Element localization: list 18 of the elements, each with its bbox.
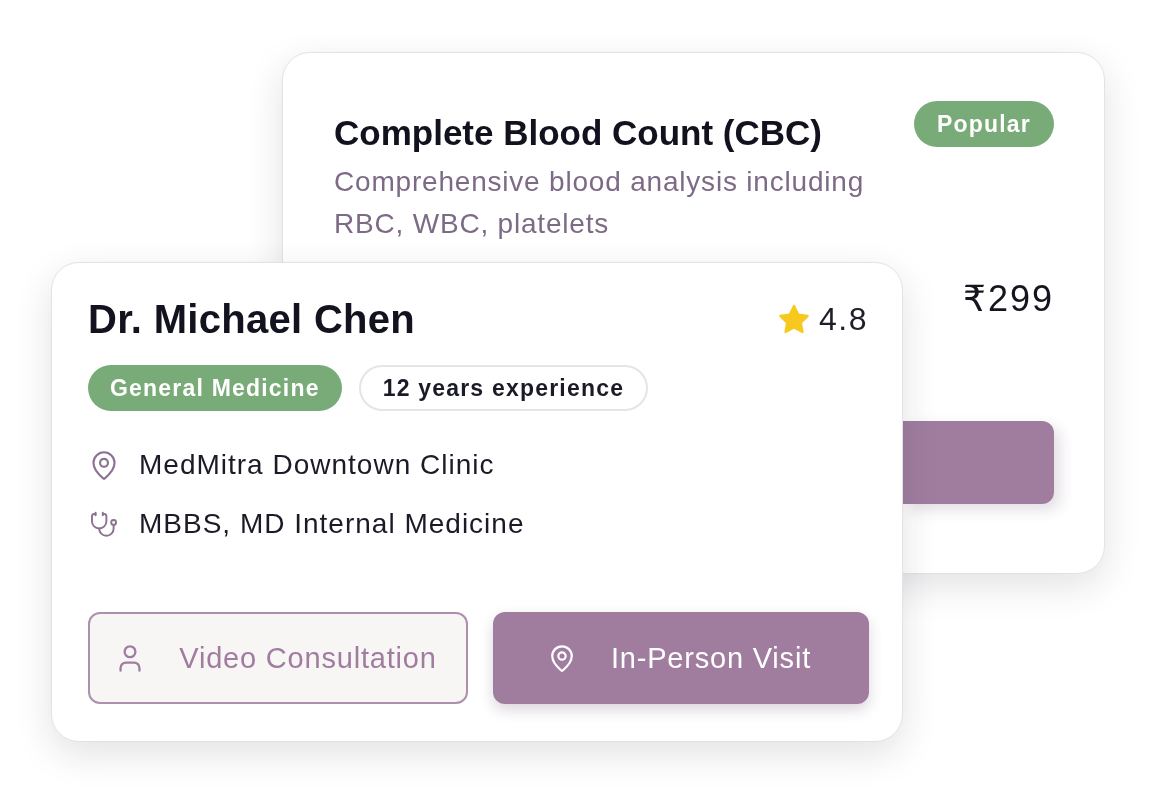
detail-text: MedMitra Downtown Clinic — [139, 448, 495, 482]
video-consultation-button[interactable]: Video Consultation — [88, 612, 468, 704]
action-button[interactable] — [903, 421, 1054, 504]
experience-tag: 12 years experience — [358, 365, 649, 411]
doctor-name: Dr. Michael Chen — [88, 296, 416, 343]
test-description: Comprehensive blood analysis including RBC, WBC, platelets — [334, 165, 866, 241]
location-pin-icon — [550, 644, 573, 672]
rating-value: 4.8 — [819, 301, 868, 337]
popular-badge: Popular — [913, 101, 1054, 147]
in-person-visit-button[interactable]: In-Person Visit — [493, 612, 869, 704]
test-price: ₹299 — [963, 277, 1054, 321]
test-title: Complete Blood Count (CBC) — [334, 112, 822, 154]
location-pin-icon — [91, 450, 117, 480]
detail-text: MBBS, MD Internal Medicine — [139, 507, 525, 541]
stethoscope-icon — [91, 509, 117, 539]
person-icon — [119, 644, 142, 672]
star-icon — [778, 303, 810, 335]
specialty-tag: General Medicine — [88, 365, 342, 411]
